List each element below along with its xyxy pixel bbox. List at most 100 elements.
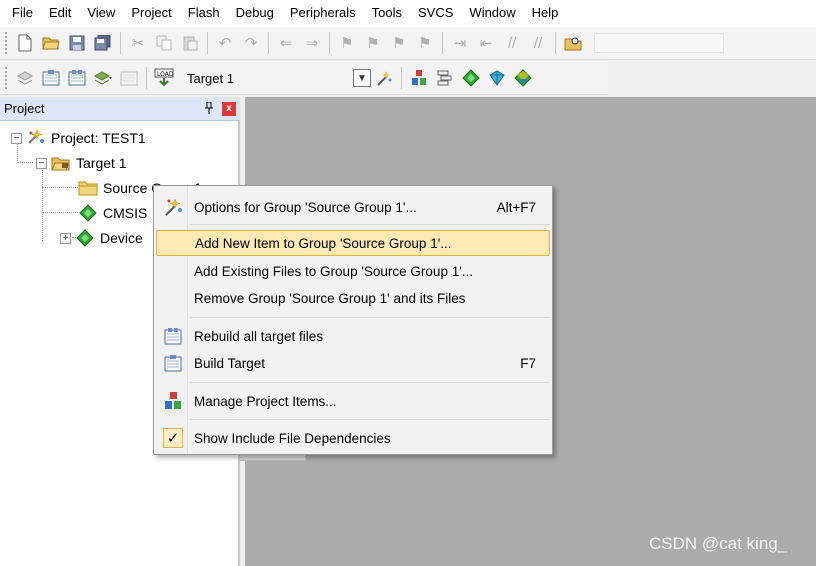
redo-icon[interactable]: ↷	[239, 31, 263, 55]
build-icon[interactable]	[39, 66, 63, 90]
download-icon[interactable]: LOAD	[152, 66, 176, 90]
menu-separator	[190, 382, 550, 383]
comment-icon[interactable]: //	[500, 31, 524, 55]
unindent-icon[interactable]: ⇤	[474, 31, 498, 55]
cut-icon[interactable]: ✂	[126, 31, 150, 55]
toolbar-separator	[120, 32, 121, 54]
paste-icon[interactable]	[178, 31, 202, 55]
menu-project[interactable]: Project	[123, 2, 179, 24]
menu-item-add-existing-files[interactable]: Add Existing Files to Group 'Source Grou…	[156, 258, 550, 284]
menu-edit[interactable]: Edit	[41, 2, 79, 24]
menu-item-manage-project-items[interactable]: Manage Project Items...	[156, 388, 550, 414]
navigate-forward-icon[interactable]: ⇒	[300, 31, 324, 55]
project-panel-header: Project x	[0, 97, 240, 121]
options-icon	[159, 196, 187, 218]
menu-item-icon-slot	[160, 232, 188, 254]
project-icon	[26, 129, 46, 147]
menu-item-options-for-group[interactable]: Options for Group 'Source Group 1'... Al…	[156, 194, 550, 220]
menu-item-shortcut: F7	[520, 355, 536, 371]
menu-item-icon-slot	[159, 287, 187, 309]
collapse-icon[interactable]: −	[36, 157, 47, 169]
uncomment-icon[interactable]: //	[526, 31, 550, 55]
chevron-down-icon[interactable]: ▼	[353, 69, 371, 87]
select-packs-icon[interactable]	[433, 66, 457, 90]
menu-item-show-include-deps[interactable]: ✓ Show Include File Dependencies	[156, 425, 550, 451]
find-in-files-icon[interactable]	[561, 31, 585, 55]
expand-icon[interactable]: +	[60, 232, 71, 244]
menu-item-add-new-item[interactable]: Add New Item to Group 'Source Group 1'..…	[156, 230, 550, 256]
menu-item-build-target[interactable]: Build Target F7	[156, 350, 550, 376]
watermark: CSDN @cat king_	[649, 534, 788, 553]
toolbar-separator	[555, 32, 556, 54]
pack-installer-icon[interactable]	[485, 66, 509, 90]
bookmark-prev-icon[interactable]: ⚑	[361, 31, 385, 55]
checkmark-icon: ✓	[163, 428, 183, 448]
build-icon	[159, 352, 187, 374]
tree-item-label: Project: TEST1	[51, 130, 146, 146]
close-icon[interactable]: x	[222, 101, 236, 116]
target-select[interactable]: Target 1 ▼	[183, 67, 371, 89]
stop-build-icon[interactable]	[117, 66, 141, 90]
tree-item-project[interactable]: − Project: TEST1	[11, 127, 146, 149]
save-all-icon[interactable]	[91, 31, 115, 55]
copy-icon[interactable]	[152, 31, 176, 55]
bookmark-next-icon[interactable]: ⚑	[387, 31, 411, 55]
undo-icon[interactable]: ↶	[213, 31, 237, 55]
manage-items-icon	[159, 390, 187, 412]
menu-bar: File Edit View Project Flash Debug Perip…	[0, 0, 816, 26]
manage-project-items-icon[interactable]	[407, 66, 431, 90]
manage-rte-icon[interactable]	[459, 66, 483, 90]
menu-item-remove-group[interactable]: Remove Group 'Source Group 1' and its Fi…	[156, 285, 550, 311]
menu-item-label: Options for Group 'Source Group 1'...	[194, 199, 417, 215]
bookmark-clear-icon[interactable]: ⚑	[413, 31, 437, 55]
context-menu: Options for Group 'Source Group 1'... Al…	[153, 185, 553, 455]
target-folder-icon	[51, 154, 71, 172]
menu-file[interactable]: File	[4, 2, 41, 24]
menu-tools[interactable]: Tools	[364, 2, 410, 24]
tree-item-device[interactable]: + Device	[60, 227, 143, 249]
pin-icon[interactable]	[202, 101, 216, 116]
translate-icon[interactable]	[13, 66, 37, 90]
tree-item-label: CMSIS	[103, 205, 148, 221]
toolbar-grip[interactable]	[4, 31, 8, 55]
menu-peripherals[interactable]: Peripherals	[282, 2, 364, 24]
menu-item-label: Manage Project Items...	[194, 393, 337, 409]
tree-item-label: Device	[100, 230, 143, 246]
menu-svcs[interactable]: SVCS	[410, 2, 461, 24]
tree-item-target[interactable]: − Target 1	[36, 152, 127, 174]
open-folder-icon[interactable]	[39, 31, 63, 55]
bookmark-toggle-icon[interactable]: ⚑	[335, 31, 359, 55]
target-options-icon[interactable]	[372, 66, 396, 90]
pack-installer-update-icon[interactable]	[511, 66, 535, 90]
menu-flash[interactable]: Flash	[180, 2, 228, 24]
build-toolbar: LOAD Target 1 ▼	[0, 61, 608, 95]
collapse-icon[interactable]: −	[11, 132, 22, 144]
batch-build-icon[interactable]	[91, 66, 115, 90]
tree-connector	[17, 162, 33, 163]
menu-window[interactable]: Window	[461, 2, 523, 24]
component-icon	[78, 204, 98, 222]
menu-item-label: Add New Item to Group 'Source Group 1'..…	[195, 235, 452, 251]
tree-connector	[42, 187, 78, 188]
new-file-icon[interactable]	[13, 31, 37, 55]
menu-debug[interactable]: Debug	[228, 2, 282, 24]
menu-view[interactable]: View	[79, 2, 123, 24]
navigate-back-icon[interactable]: ⇐	[274, 31, 298, 55]
menu-item-label: Remove Group 'Source Group 1' and its Fi…	[194, 290, 466, 306]
menu-help[interactable]: Help	[524, 2, 567, 24]
tree-connector	[42, 212, 78, 213]
indent-icon[interactable]: ⇥	[448, 31, 472, 55]
menu-item-rebuild-all[interactable]: Rebuild all target files	[156, 323, 550, 349]
rebuild-icon[interactable]	[65, 66, 89, 90]
menu-item-label: Add Existing Files to Group 'Source Grou…	[194, 263, 474, 279]
rebuild-icon	[159, 325, 187, 347]
toolbar-separator	[268, 32, 269, 54]
save-icon[interactable]	[65, 31, 89, 55]
toolbar-grip[interactable]	[4, 66, 8, 90]
tree-item-label: Target 1	[76, 155, 127, 171]
svg-text:LOAD: LOAD	[157, 71, 174, 78]
toolbar-separator	[401, 67, 402, 89]
find-input[interactable]	[594, 33, 724, 53]
target-select-value: Target 1	[187, 70, 234, 86]
tree-item-cmsis[interactable]: CMSIS	[78, 202, 147, 224]
